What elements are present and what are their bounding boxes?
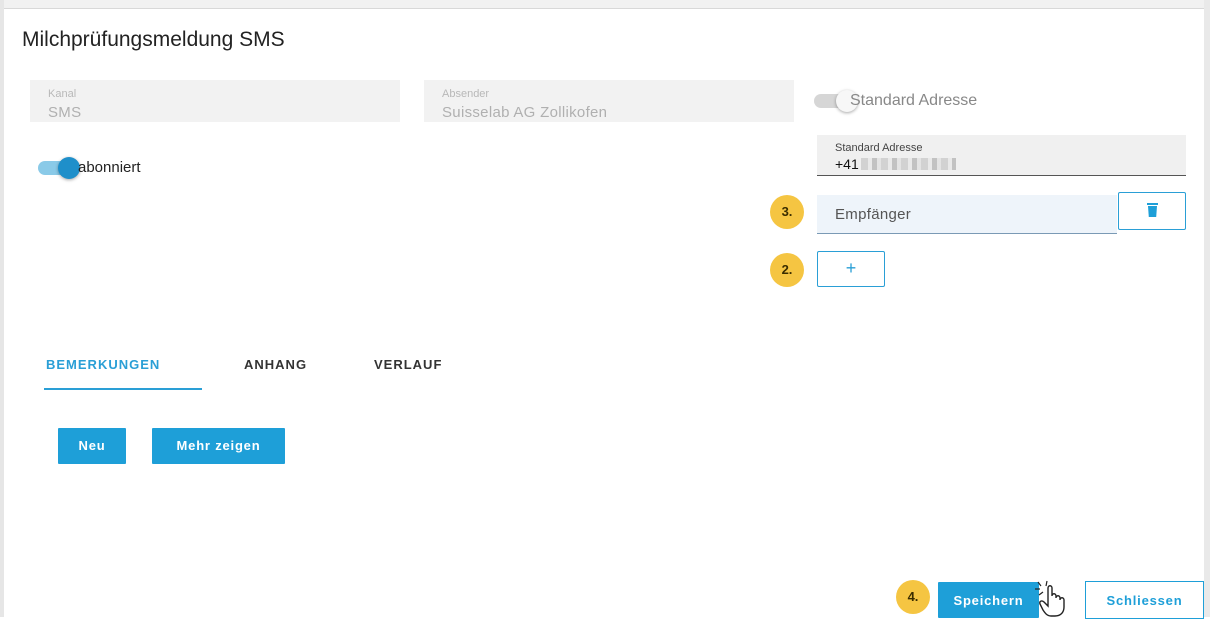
abonniert-toggle-label: abonniert xyxy=(78,159,141,176)
tab-verlauf[interactable]: VERLAUF xyxy=(374,357,442,372)
delete-recipient-button[interactable] xyxy=(1118,192,1186,230)
active-tab-indicator xyxy=(44,388,202,390)
kanal-label: Kanal xyxy=(48,88,77,100)
save-button[interactable]: Speichern xyxy=(938,582,1039,618)
standard-address-label: Standard Adresse xyxy=(835,142,923,154)
hand-pointer-icon xyxy=(1035,580,1065,617)
standard-address-toggle[interactable]: Standard Adresse xyxy=(814,90,1014,114)
window-top-border xyxy=(0,0,1210,9)
step-badge-4: 4. xyxy=(896,580,930,614)
close-button[interactable]: Schliessen xyxy=(1085,581,1204,619)
step-badge-3: 3. xyxy=(770,195,804,229)
dialog-title: Milchprüfungsmeldung SMS xyxy=(22,28,285,51)
abonniert-toggle[interactable]: abonniert xyxy=(38,157,178,181)
absender-label: Absender xyxy=(442,88,490,100)
window-right-border xyxy=(1204,0,1210,617)
tab-anhang[interactable]: ANHANG xyxy=(244,357,307,372)
more-button[interactable]: Mehr zeigen xyxy=(152,428,285,464)
toggle-knob xyxy=(58,157,80,179)
kanal-value: SMS xyxy=(48,104,82,121)
standard-address-toggle-label: Standard Adresse xyxy=(850,92,978,109)
recipient-input[interactable]: Empfänger xyxy=(817,195,1117,234)
new-button[interactable]: Neu xyxy=(58,428,126,464)
trash-icon xyxy=(1147,203,1158,217)
absender-value: Suisselab AG Zollikofen xyxy=(442,104,608,121)
kanal-field: Kanal SMS xyxy=(30,80,400,122)
window-left-border xyxy=(0,0,4,617)
standard-address-field[interactable]: Standard Adresse +41 xyxy=(817,135,1186,176)
redacted-phone-number xyxy=(860,158,956,170)
absender-field: Absender Suisselab AG Zollikofen xyxy=(424,80,794,122)
standard-address-prefix: +41 xyxy=(835,156,859,172)
standard-address-value: +41 xyxy=(835,156,956,172)
add-recipient-button[interactable]: + xyxy=(817,251,885,287)
tab-bemerkungen[interactable]: BEMERKUNGEN xyxy=(46,357,160,372)
recipient-placeholder: Empfänger xyxy=(835,206,912,223)
step-badge-2: 2. xyxy=(770,253,804,287)
